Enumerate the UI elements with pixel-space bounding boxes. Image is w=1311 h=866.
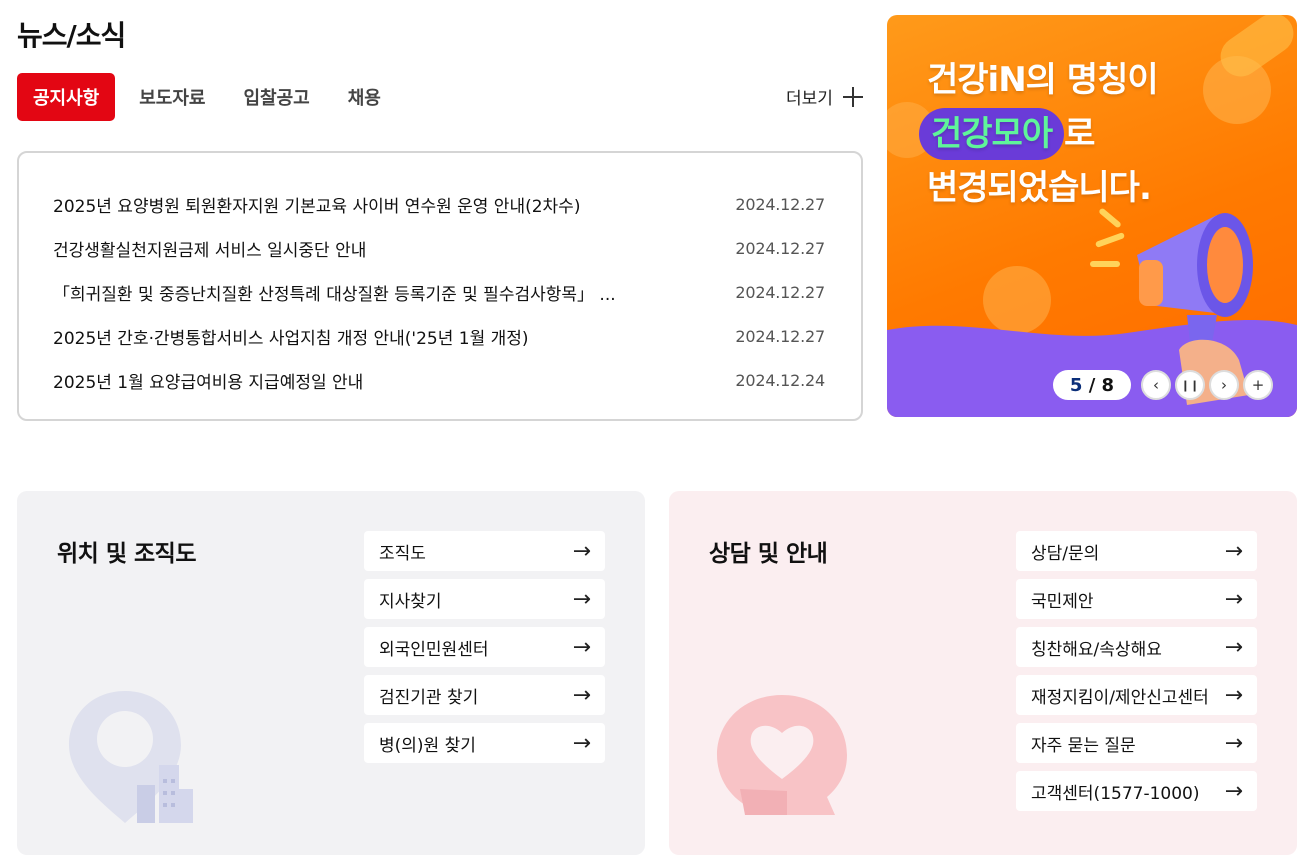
link-label: 칭찬해요/속상해요 xyxy=(1031,639,1162,660)
banner-total: 8 xyxy=(1101,374,1115,396)
link-label: 검진기관 찾기 xyxy=(379,687,479,708)
news-item[interactable]: 2025년 간호·간병통합서비스 사업지침 개정 안내('25년 1월 개정) … xyxy=(53,314,825,358)
prev-button[interactable]: ‹ xyxy=(1141,370,1171,400)
news-item-title: 2025년 요양병원 퇴원환자지원 기본교육 사이버 연수원 운영 안내(2차수… xyxy=(53,196,581,217)
link-label: 외국인민원센터 xyxy=(379,639,489,660)
link-label: 병(의)원 찾기 xyxy=(379,735,476,756)
link-public-proposal[interactable]: 국민제안 → xyxy=(1016,579,1257,619)
banner-pill: 건강모아 xyxy=(919,108,1065,160)
link-branch-finder[interactable]: 지사찾기 → xyxy=(364,579,605,619)
link-praise-complaint[interactable]: 칭찬해요/속상해요 → xyxy=(1016,627,1257,667)
arrow-right-icon: → xyxy=(1224,586,1243,612)
tab-recruit[interactable]: 채용 xyxy=(348,73,381,121)
link-label: 재정지킴이/제안신고센터 xyxy=(1031,687,1209,708)
news-list: 2025년 요양병원 퇴원환자지원 기본교육 사이버 연수원 운영 안내(2차수… xyxy=(17,151,863,421)
arrow-right-icon: → xyxy=(572,682,591,708)
arrow-right-icon: → xyxy=(1224,538,1243,564)
pause-button[interactable]: ❙❙ xyxy=(1175,370,1205,400)
tab-bid[interactable]: 입찰공고 xyxy=(244,73,310,121)
news-item-title: 「희귀질환 및 중증난치질환 산정특례 대상질환 등록기준 및 필수검사항목」 … xyxy=(53,284,616,305)
news-item[interactable]: 2025년 요양병원 퇴원환자지원 기본교육 사이버 연수원 운영 안내(2차수… xyxy=(53,182,825,226)
link-org-chart[interactable]: 조직도 → xyxy=(364,531,605,571)
tab-notice[interactable]: 공지사항 xyxy=(17,73,116,121)
arrow-right-icon: → xyxy=(572,634,591,660)
news-item-title: 건강생활실천지원금제 서비스 일시중단 안내 xyxy=(53,240,367,261)
banner-separator: / xyxy=(1082,374,1102,396)
arrow-right-icon: → xyxy=(1224,634,1243,660)
chevron-right-icon: › xyxy=(1221,376,1227,394)
location-card: 위치 및 조직도 조직도 → 지사찾기 → 외국인민원센터 → 검진기관 찾기 → 병(… xyxy=(17,491,645,855)
news-item-date: 2024.12.27 xyxy=(735,194,825,214)
banner-line3: 변경되었습니다. xyxy=(927,168,1152,208)
map-pin-building-icon xyxy=(69,691,193,823)
arrow-right-icon: → xyxy=(572,586,591,612)
link-faq[interactable]: 자주 묻는 질문 → xyxy=(1016,723,1257,763)
tab-press[interactable]: 보도자료 xyxy=(139,73,205,121)
link-consult-inquiry[interactable]: 상담/문의 → xyxy=(1016,531,1257,571)
banner-counter: 5 / 8 xyxy=(1053,370,1131,400)
news-item-date: 2024.12.24 xyxy=(735,370,825,390)
banner-line2: 건강모아 로 xyxy=(919,107,1158,161)
consult-links: 상담/문의 → 국민제안 → 칭찬해요/속상해요 → 재정지킴이/제안신고센터 → 자주… xyxy=(1016,531,1257,819)
link-customer-center[interactable]: 고객센터(1577-1000) → xyxy=(1016,771,1257,811)
location-card-title: 위치 및 조직도 xyxy=(57,541,196,567)
link-label: 자주 묻는 질문 xyxy=(1031,735,1136,756)
link-checkup-finder[interactable]: 검진기관 찾기 → xyxy=(364,675,605,715)
banner-controls: 5 / 8 ‹ ❙❙ › + xyxy=(1053,370,1277,400)
link-label: 국민제안 xyxy=(1031,591,1094,612)
plus-icon: + xyxy=(1251,376,1265,394)
link-hospital-finder[interactable]: 병(의)원 찾기 → xyxy=(364,723,605,763)
location-links: 조직도 → 지사찾기 → 외국인민원센터 → 검진기관 찾기 → 병(의)원 찾기 → xyxy=(364,531,605,771)
news-item-date: 2024.12.27 xyxy=(735,326,825,346)
arrow-right-icon: → xyxy=(1224,682,1243,708)
news-item-date: 2024.12.27 xyxy=(735,282,825,302)
arrow-right-icon: → xyxy=(1224,730,1243,756)
banner-line1: 건강iN의 명칭이 xyxy=(927,60,1159,100)
banner-current: 5 xyxy=(1069,374,1083,396)
news-section-title: 뉴스/소식 xyxy=(17,19,126,52)
link-label: 상담/문의 xyxy=(1031,543,1100,564)
link-label: 지사찾기 xyxy=(379,591,442,612)
link-foreigner-center[interactable]: 외국인민원센터 → xyxy=(364,627,605,667)
arrow-right-icon: → xyxy=(1224,778,1243,804)
chevron-left-icon: ‹ xyxy=(1153,376,1159,394)
next-button[interactable]: › xyxy=(1209,370,1239,400)
news-item-title: 2025년 간호·간병통합서비스 사업지침 개정 안내('25년 1월 개정) xyxy=(53,328,529,349)
banner-line2-suffix: 로 xyxy=(1064,114,1095,154)
pause-icon: ❙❙ xyxy=(1180,378,1200,392)
link-label: 조직도 xyxy=(379,543,426,564)
more-label: 더보기 xyxy=(786,89,833,109)
news-item[interactable]: 2025년 1월 요양급여비용 지급예정일 안내 2024.12.24 xyxy=(53,358,825,402)
banner-headline: 건강iN의 명칭이 건강모아 로 변경되었습니다. xyxy=(919,53,1159,215)
heart-speech-bubble-icon xyxy=(717,695,847,815)
more-button[interactable]: 더보기 xyxy=(786,84,863,109)
arrow-right-icon: → xyxy=(572,538,591,564)
link-label: 고객센터(1577-1000) xyxy=(1031,783,1200,804)
arrow-right-icon: → xyxy=(572,730,591,756)
consult-card: 상담 및 안내 상담/문의 → 국민제안 → 칭찬해요/속상해요 → 재정지킴이/제안… xyxy=(669,491,1297,855)
link-finance-report-center[interactable]: 재정지킴이/제안신고센터 → xyxy=(1016,675,1257,715)
news-item[interactable]: 건강생활실천지원금제 서비스 일시중단 안내 2024.12.27 xyxy=(53,226,825,270)
news-item-date: 2024.12.27 xyxy=(735,238,825,258)
consult-card-title: 상담 및 안내 xyxy=(709,541,828,567)
news-item[interactable]: 「희귀질환 및 중증난치질환 산정특례 대상질환 등록기준 및 필수검사항목」 … xyxy=(53,270,825,314)
promo-banner[interactable]: 건강iN의 명칭이 건강모아 로 변경되었습니다. 5 / 8 ‹ ❙❙ › + xyxy=(887,15,1297,417)
banner-more-button[interactable]: + xyxy=(1243,370,1273,400)
news-item-title: 2025년 1월 요양급여비용 지급예정일 안내 xyxy=(53,372,364,393)
news-tabs: 공지사항 보도자료 입찰공고 채용 xyxy=(17,73,419,121)
plus-icon xyxy=(842,86,863,107)
